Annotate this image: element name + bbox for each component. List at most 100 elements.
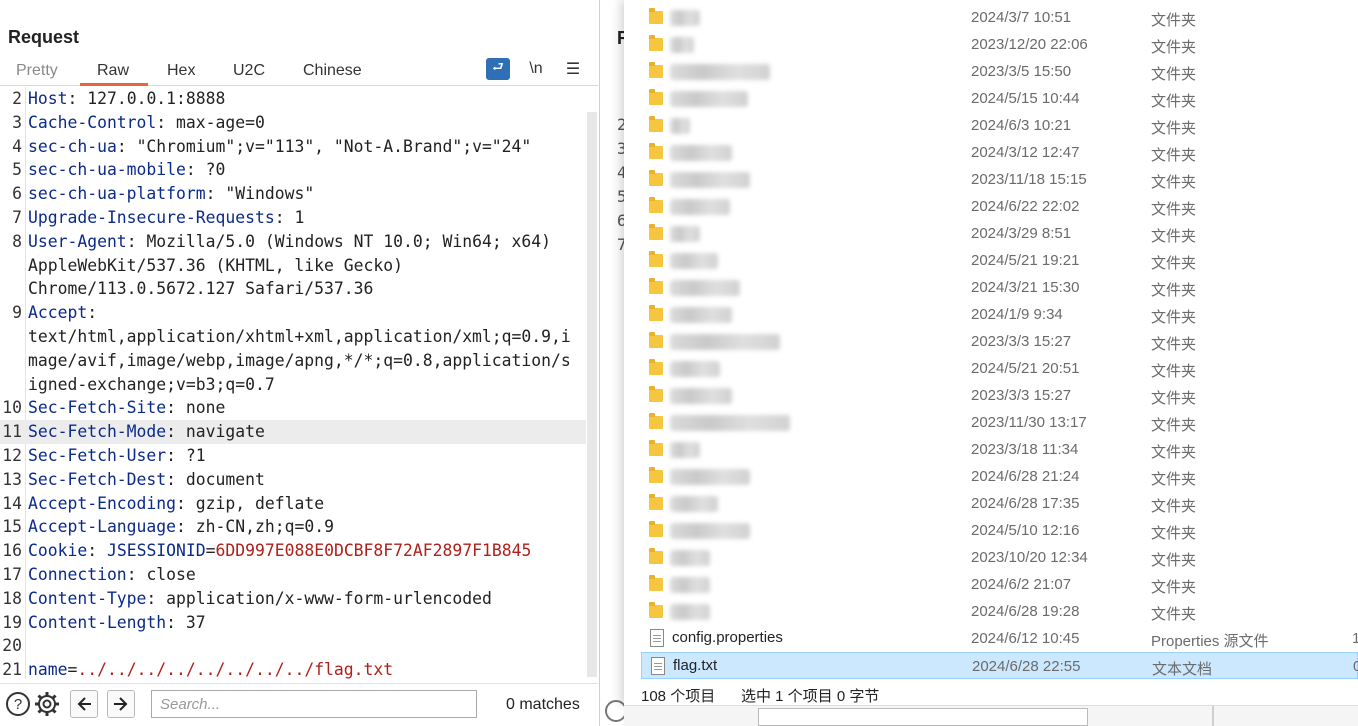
request-line: 6 sec-ch-ua-platform: "Windows" (0, 182, 586, 206)
modified-date: 2024/5/15 10:44 (971, 90, 1080, 107)
folder-row[interactable]: 2024/5/15 10:44 文件夹 (624, 85, 1358, 112)
folder-row[interactable]: 2024/6/22 22:02 文件夹 (624, 193, 1358, 220)
header-value: max-age=0 (176, 112, 265, 132)
editor-scrollbar[interactable] (587, 112, 597, 677)
request-line: 21 name=../../../../../../../../flag.txt (0, 658, 586, 679)
header-value: document (185, 469, 265, 489)
help-icon[interactable]: ? (4, 690, 32, 718)
modified-date: 2023/11/18 15:15 (971, 171, 1087, 188)
file-type: 文件夹 (1151, 606, 1197, 623)
tab-chinese[interactable]: Chinese (303, 62, 362, 80)
folder-icon (649, 251, 663, 267)
header-key: Accept-Encoding (28, 493, 177, 513)
header-value-continuation: igned-exchange;v=b3;q=0.7 (28, 374, 275, 394)
file-name: config.properties (672, 629, 783, 646)
file-row[interactable]: flag.txt 2024/6/28 22:55 文本文档 0 (641, 652, 1358, 679)
tab-pretty[interactable]: Pretty (16, 62, 58, 80)
modified-date: 2024/3/7 10:51 (971, 9, 1072, 26)
folder-row[interactable]: 2024/3/12 12:47 文件夹 (624, 139, 1358, 166)
header-key: Cache-Control (28, 112, 157, 132)
folder-row[interactable]: 2024/6/28 21:24 文件夹 (624, 463, 1358, 490)
modified-date: 2023/3/5 15:50 (971, 63, 1072, 80)
folder-row[interactable]: 2024/6/28 19:28 文件夹 (624, 598, 1358, 625)
line-number: 2 (12, 89, 22, 108)
cookie-name: JSESSIONID (106, 541, 206, 561)
folder-row[interactable]: 2024/5/21 20:51 文件夹 (624, 355, 1358, 382)
folder-row[interactable]: 2024/5/21 19:21 文件夹 (624, 247, 1358, 274)
request-editor[interactable]: 2 Host: 127.0.0.1:8888 3 Cache-Control: max… (0, 87, 586, 679)
header-key: sec-ch-ua-mobile (28, 160, 186, 180)
file-type: 文件夹 (1151, 39, 1197, 56)
tab-u2c[interactable]: U2C (233, 62, 265, 80)
tab-hex[interactable]: Hex (167, 62, 195, 80)
file-type: 文件夹 (1151, 471, 1197, 488)
folder-row[interactable]: 2024/5/10 12:16 文件夹 (624, 517, 1358, 544)
folder-row[interactable]: 2024/6/2 21:07 文件夹 (624, 571, 1358, 598)
request-line: 16 Cookie: JSESSIONID=6DD997E088E0DCBF8F7… (0, 539, 586, 563)
folder-row[interactable]: 2024/3/7 10:51 文件夹 (624, 4, 1358, 31)
header-value: application/x-www-form-urlencoded (166, 588, 492, 608)
line-content: sec-ch-ua-mobile: ?0 (28, 158, 584, 182)
file-row[interactable]: config.properties 2024/6/12 10:45 Properti… (624, 625, 1358, 652)
selection-info: 选中 1 个项目 0 字节 (741, 688, 880, 705)
settings-gear-icon[interactable] (33, 690, 61, 718)
line-number: 16 (2, 541, 22, 561)
folder-row[interactable]: 2024/3/21 15:30 文件夹 (624, 274, 1358, 301)
line-number: 8 (12, 231, 22, 251)
folder-icon (649, 8, 663, 24)
file-type: 文件夹 (1151, 444, 1197, 461)
newline-icon[interactable]: \n (524, 58, 548, 80)
folder-icon (649, 494, 663, 510)
header-key: Accept (28, 303, 88, 323)
header-separator: : (126, 564, 147, 584)
header-value-continuation: text/html,application/xhtml+xml,applicat… (28, 326, 571, 346)
folder-row[interactable]: 2023/12/20 22:06 文件夹 (624, 31, 1358, 58)
tab-raw[interactable]: Raw (97, 62, 129, 80)
folder-row[interactable]: 2024/6/3 10:21 文件夹 (624, 112, 1358, 139)
folder-icon (649, 575, 663, 591)
folder-row[interactable]: 2023/11/30 13:17 文件夹 (624, 409, 1358, 436)
file-type: 文件夹 (1151, 201, 1197, 218)
blurred-folder-name (670, 442, 700, 458)
header-key: Sec-Fetch-Site (28, 398, 167, 418)
header-separator: : (156, 112, 177, 132)
line-content: Sec-Fetch-Site: none (28, 396, 584, 420)
file-name: flag.txt (673, 657, 718, 674)
folder-row[interactable]: 2023/3/3 15:27 文件夹 (624, 328, 1358, 355)
folder-row[interactable]: 2024/3/29 8:51 文件夹 (624, 220, 1358, 247)
file-type: 文件夹 (1151, 309, 1197, 326)
modified-date: 2024/5/10 12:16 (971, 522, 1080, 539)
folder-icon (649, 548, 663, 564)
file-type: 文件夹 (1151, 417, 1197, 434)
folder-row[interactable]: 2024/1/9 9:34 文件夹 (624, 301, 1358, 328)
modified-date: 2023/3/3 15:27 (971, 387, 1072, 404)
folder-row[interactable]: 2023/11/18 15:15 文件夹 (624, 166, 1358, 193)
folder-row[interactable]: 2023/10/20 12:34 文件夹 (624, 544, 1358, 571)
folder-row[interactable]: 2024/6/28 17:35 文件夹 (624, 490, 1358, 517)
next-match-button[interactable] (107, 690, 135, 718)
folder-row[interactable]: 2023/3/5 15:50 文件夹 (624, 58, 1358, 85)
file-type: 文件夹 (1151, 120, 1197, 137)
menu-icon[interactable]: ☰ (561, 58, 585, 80)
active-tab-indicator (80, 83, 148, 86)
line-number: 14 (2, 493, 22, 513)
modified-date: 2024/6/28 17:35 (971, 495, 1080, 512)
previous-match-button[interactable] (70, 690, 98, 718)
modified-date: 2024/6/3 10:21 (971, 117, 1072, 134)
folder-row[interactable]: 2023/3/3 15:27 文件夹 (624, 382, 1358, 409)
request-line: 14 Accept-Encoding: gzip, deflate (0, 492, 586, 516)
line-number: 7 (12, 207, 22, 227)
header-separator: : (146, 588, 167, 608)
line-content: Content-Length: 37 (28, 611, 584, 635)
search-input[interactable] (151, 690, 477, 718)
modified-date: 2024/6/28 21:24 (971, 468, 1080, 485)
blurred-folder-name (670, 64, 770, 80)
blurred-folder-name (670, 253, 718, 269)
header-key: sec-ch-ua (28, 136, 117, 156)
file-type: Properties 源文件 (1151, 633, 1269, 650)
line-content: sec-ch-ua-platform: "Windows" (28, 182, 584, 206)
folder-icon (649, 170, 663, 186)
folder-row[interactable]: 2023/3/18 11:34 文件夹 (624, 436, 1358, 463)
line-content: Sec-Fetch-User: ?1 (28, 444, 584, 468)
wrap-icon[interactable]: ⮐ (486, 58, 510, 80)
